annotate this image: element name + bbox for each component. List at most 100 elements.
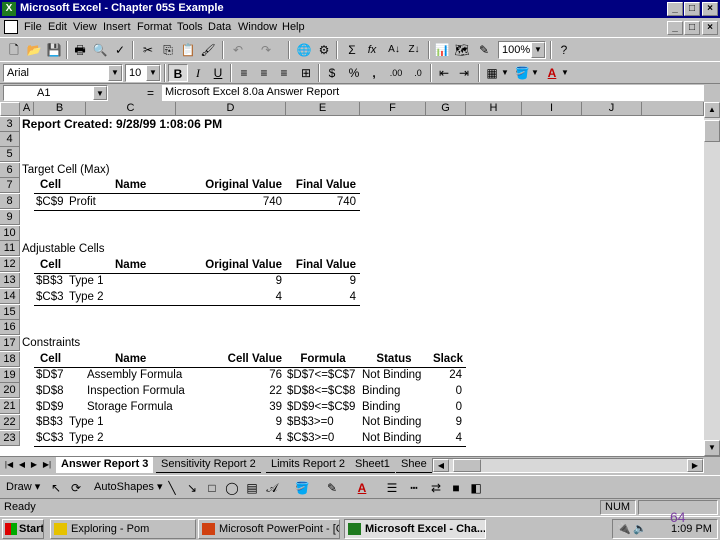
autoshapes-menu[interactable]: AutoShapes ▾ <box>94 480 163 493</box>
menu-help[interactable]: Help <box>282 21 305 33</box>
line-color-icon[interactable]: ✎ <box>322 479 342 497</box>
network-icon[interactable]: 🔌 <box>617 522 631 535</box>
constraint-value[interactable]: 22 <box>186 384 282 399</box>
arrow-icon[interactable]: ↘ <box>182 479 202 497</box>
decrease-indent-icon[interactable]: ⇤ <box>434 64 454 82</box>
chevron-down-icon[interactable]: ▼ <box>146 65 160 81</box>
constraint-slack[interactable]: 4 <box>426 431 462 446</box>
tab-sheet-partial[interactable]: Shee <box>396 457 432 473</box>
merge-center-icon[interactable]: ⊞ <box>296 64 316 82</box>
scroll-down-icon[interactable]: ▼ <box>704 440 720 456</box>
align-left-icon[interactable]: ≡ <box>234 64 254 82</box>
sort-descending-icon[interactable]: Z↓ <box>404 41 424 59</box>
column-header-f[interactable]: F <box>360 102 426 116</box>
adjustable-section-title[interactable]: Adjustable Cells <box>22 242 104 257</box>
report-created-label[interactable]: Report Created: 9/28/99 1:08:06 PM <box>22 117 222 132</box>
autosum-button[interactable]: Σ <box>342 41 362 59</box>
constraint-formula[interactable]: $D$7<=$C$7 <box>287 368 355 383</box>
constraint-name[interactable]: Assembly Formula <box>87 368 182 383</box>
shadow-icon[interactable]: ■ <box>446 479 466 497</box>
currency-button[interactable]: $ <box>322 64 342 82</box>
target-original-value[interactable]: 740 <box>186 195 282 210</box>
column-header-i[interactable]: I <box>522 102 582 116</box>
row-header[interactable]: 17 <box>0 336 20 351</box>
wordart-icon[interactable]: 𝒜 <box>262 479 282 497</box>
row-header[interactable]: 19 <box>0 368 20 383</box>
map-icon[interactable]: 🗺 <box>452 41 472 59</box>
start-button[interactable]: Start <box>2 519 44 539</box>
tab-sensitivity-report-2[interactable]: Sensitivity Report 2 <box>156 457 261 473</box>
constraint-value[interactable]: 76 <box>186 368 282 383</box>
tab-answer-report-3[interactable]: Answer Report 3 <box>56 457 154 473</box>
row-header[interactable]: 13 <box>0 273 20 288</box>
adjustable-header-original[interactable]: Original Value <box>186 258 282 273</box>
row-header[interactable]: 20 <box>0 383 20 398</box>
adjustable-header-final[interactable]: Final Value <box>286 258 356 273</box>
chevron-down-icon[interactable]: ▼ <box>500 64 510 82</box>
line-style-icon[interactable]: ☰ <box>382 479 402 497</box>
adjustable-cell-ref[interactable]: $B$3 <box>36 274 63 289</box>
excel-app-icon[interactable]: X <box>2 2 16 16</box>
column-header-d[interactable]: D <box>176 102 286 116</box>
scroll-up-icon[interactable]: ▲ <box>704 102 720 118</box>
doc-close-button[interactable]: × <box>702 21 718 35</box>
workbook-icon[interactable] <box>4 20 18 34</box>
row-header[interactable]: 9 <box>0 210 20 225</box>
save-icon[interactable]: 💾 <box>44 41 64 59</box>
constraint-cell-ref[interactable]: $D$8 <box>36 384 64 399</box>
office-assistant-icon[interactable]: ? <box>554 41 574 59</box>
constraint-value[interactable]: 9 <box>186 415 282 430</box>
italic-button[interactable]: I <box>188 64 208 82</box>
chart-wizard-icon[interactable]: 📊 <box>432 41 452 59</box>
row-header[interactable]: 16 <box>0 320 20 335</box>
speaker-icon[interactable]: 🔈 <box>633 522 647 535</box>
constraint-value[interactable]: 4 <box>186 431 282 446</box>
formula-input[interactable]: Microsoft Excel 8.0a Answer Report <box>162 85 704 101</box>
chevron-down-icon[interactable]: ▼ <box>531 42 545 58</box>
row-header[interactable]: 22 <box>0 415 20 430</box>
constraint-name[interactable]: Storage Formula <box>87 400 173 415</box>
minimize-button[interactable]: _ <box>667 2 683 16</box>
vertical-scrollbar[interactable]: ▲ ▼ <box>704 102 720 456</box>
font-color-icon[interactable]: A <box>542 64 562 82</box>
constraint-name[interactable]: Inspection Formula <box>87 384 185 399</box>
tab-limits-report-2[interactable]: Limits Report 2 <box>266 457 350 473</box>
format-painter-icon[interactable]: 🖌 <box>198 41 218 59</box>
new-icon[interactable]: 🗋 <box>4 41 24 59</box>
sort-ascending-icon[interactable]: A↓ <box>384 41 404 59</box>
constraints-header-slack[interactable]: Slack <box>426 352 463 367</box>
constraints-section-title[interactable]: Constraints <box>22 336 80 351</box>
free-rotate-icon[interactable]: ⟳ <box>66 479 86 497</box>
close-button[interactable]: × <box>702 2 718 16</box>
align-right-icon[interactable]: ≡ <box>274 64 294 82</box>
menu-insert[interactable]: Insert <box>103 21 131 33</box>
target-header-original[interactable]: Original Value <box>186 178 282 193</box>
chevron-down-icon[interactable]: ▼ <box>560 64 570 82</box>
constraint-slack[interactable]: 0 <box>426 400 462 415</box>
task-powerpoint[interactable]: Microsoft PowerPoint - [Ch... <box>198 519 340 539</box>
chevron-down-icon[interactable]: ▼ <box>93 86 107 100</box>
target-cell-name[interactable]: Profit <box>69 195 96 210</box>
task-exploring[interactable]: Exploring - Pom <box>50 519 196 539</box>
menu-view[interactable]: View <box>73 21 97 33</box>
adjustable-cell-name[interactable]: Type 2 <box>69 290 104 305</box>
fill-color-icon[interactable]: 🪣 <box>292 479 312 497</box>
target-final-value[interactable]: 740 <box>286 195 356 210</box>
menu-data[interactable]: Data <box>208 21 231 33</box>
row-header[interactable]: 7 <box>0 178 20 193</box>
column-header-c[interactable]: C <box>86 102 176 116</box>
drawing-icon[interactable]: ✎ <box>474 41 494 59</box>
menu-file[interactable]: File <box>24 21 42 33</box>
row-header[interactable]: 21 <box>0 399 20 414</box>
row-header[interactable]: 5 <box>0 147 20 162</box>
row-header[interactable]: 4 <box>0 132 20 147</box>
percent-button[interactable]: % <box>344 64 364 82</box>
adjustable-original-value[interactable]: 4 <box>186 290 282 305</box>
increase-decimal-button[interactable]: .00 <box>386 64 406 82</box>
constraint-formula[interactable]: $B$3>=0 <box>287 415 334 430</box>
adjustable-final-value[interactable]: 9 <box>286 274 356 289</box>
row-header[interactable]: 11 <box>0 241 20 256</box>
print-preview-icon[interactable]: 🔍 <box>90 41 110 59</box>
fill-color-icon[interactable]: 🪣 <box>512 64 532 82</box>
redo-icon[interactable]: ↷ <box>256 41 276 59</box>
